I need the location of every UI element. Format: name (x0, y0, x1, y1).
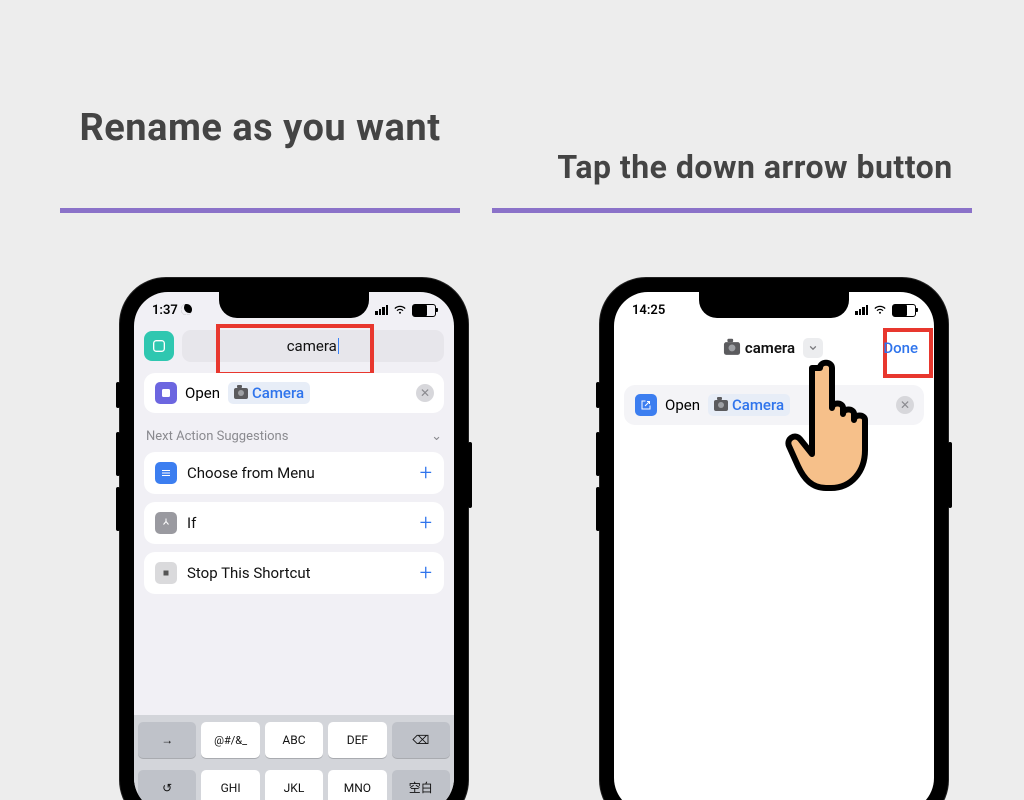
action-app-name: Camera (732, 396, 784, 414)
phone-mockup-left: 1:37 camera Open (120, 278, 468, 800)
phone-notch (699, 292, 849, 318)
action-app-chip[interactable]: Camera (228, 382, 310, 404)
camera-app-icon (724, 342, 740, 355)
stop-icon (155, 562, 177, 584)
keyboard-key[interactable]: DEF (328, 722, 386, 758)
keyboard-key[interactable]: @#/&_ (201, 722, 259, 758)
keyboard-key[interactable]: ↺ (138, 770, 196, 800)
menu-icon (155, 462, 177, 484)
suggestion-label: Choose from Menu (187, 464, 315, 482)
action-verb: Open (185, 384, 220, 402)
chevron-down-icon[interactable]: ⌄ (431, 429, 442, 444)
branch-icon (155, 512, 177, 534)
add-suggestion-button[interactable]: + (420, 511, 432, 536)
suggestions-header: Next Action Suggestions (146, 429, 288, 444)
action-verb: Open (665, 396, 700, 414)
suggestion-item[interactable]: Choose from Menu + (144, 452, 444, 494)
action-app-chip[interactable]: Camera (708, 394, 790, 416)
battery-icon (412, 304, 436, 317)
keyboard-key[interactable]: JKL (265, 770, 323, 800)
open-app-icon (635, 394, 657, 416)
status-time: 14:25 (632, 303, 665, 318)
add-suggestion-button[interactable]: + (420, 461, 432, 486)
shortcut-name-input[interactable]: camera (182, 330, 444, 362)
dnd-moon-icon (181, 304, 192, 315)
camera-app-icon (234, 388, 248, 399)
cell-signal-icon (375, 305, 388, 315)
shortcut-name-value: camera (287, 337, 337, 355)
suggestion-label: Stop This Shortcut (187, 564, 311, 582)
caption-right: Tap the down arrow button (530, 148, 980, 186)
shortcut-color-icon[interactable] (144, 331, 174, 361)
suggestion-item[interactable]: If + (144, 502, 444, 544)
status-time: 1:37 (152, 303, 178, 318)
keyboard-key-backspace[interactable]: ⌫ (392, 722, 450, 758)
divider-right (492, 208, 972, 213)
battery-icon (892, 304, 916, 317)
action-app-name: Camera (252, 384, 304, 402)
suggestion-label: If (187, 514, 196, 532)
add-suggestion-button[interactable]: + (420, 561, 432, 586)
caption-left: Rename as you want (60, 105, 460, 153)
wifi-icon (873, 303, 887, 317)
chevron-down-icon (808, 343, 818, 353)
wifi-icon (393, 303, 407, 317)
keyboard-key[interactable]: GHI (201, 770, 259, 800)
text-caret (338, 338, 340, 354)
suggestion-item[interactable]: Stop This Shortcut + (144, 552, 444, 594)
phone-mockup-right: 14:25 camera Done (600, 278, 948, 800)
annotation-tap-hand-icon (782, 354, 902, 494)
keyboard-key[interactable]: MNO (328, 770, 386, 800)
remove-action-button[interactable]: ✕ (416, 384, 434, 402)
keyboard-key[interactable]: → (138, 722, 196, 758)
keyboard-key[interactable]: ABC (265, 722, 323, 758)
action-open-app[interactable]: Open Camera ✕ (144, 373, 444, 413)
keyboard-key-space[interactable]: 空白 (392, 770, 450, 800)
cell-signal-icon (855, 305, 868, 315)
camera-app-icon (714, 400, 728, 411)
phone-notch (219, 292, 369, 318)
open-app-icon (155, 382, 177, 404)
onscreen-keyboard[interactable]: → @#/&_ ABC DEF ⌫ ↺ GHI JKL MNO 空白 (134, 715, 454, 800)
divider-left (60, 208, 460, 213)
